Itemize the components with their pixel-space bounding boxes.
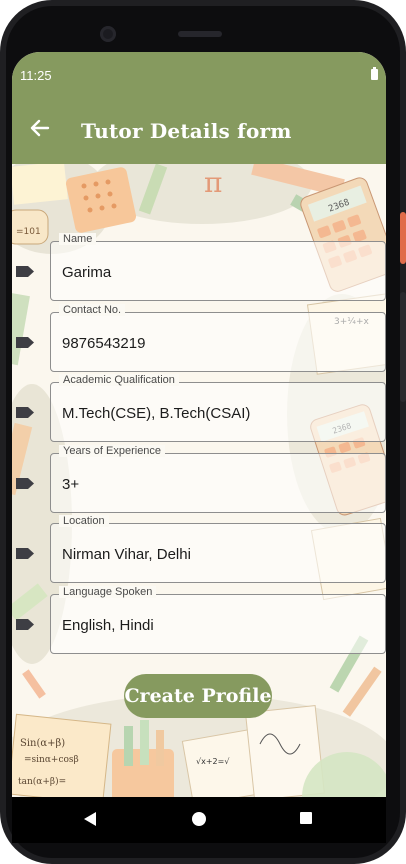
- svg-text:tan(α+β)=: tan(α+β)=: [18, 776, 66, 787]
- earpiece-speaker: [178, 31, 222, 37]
- status-bar: 11:25: [12, 52, 386, 98]
- svg-text:π: π: [204, 166, 222, 199]
- app-bar: Tutor Details form: [12, 98, 386, 164]
- nav-home-icon[interactable]: [192, 812, 206, 826]
- name-label: Name: [59, 233, 97, 245]
- battery-icon: [371, 67, 378, 80]
- svg-text:=sinα+cosβ: =sinα+cosβ: [24, 755, 79, 765]
- qualification-field[interactable]: Academic Qualification M.Tech(CSE), B.Te…: [50, 374, 386, 442]
- location-field[interactable]: Location Nirman Vihar, Delhi: [50, 515, 386, 583]
- name-field[interactable]: Name Garima: [50, 233, 386, 301]
- qualification-label: Academic Qualification: [59, 374, 179, 386]
- svg-text:√x+2=√: √x+2=√: [196, 757, 230, 766]
- system-nav-bar: [12, 797, 386, 843]
- nav-recents-icon[interactable]: [300, 812, 312, 824]
- svg-text:=101: =101: [16, 227, 41, 237]
- front-camera: [100, 26, 116, 42]
- location-value: Nirman Vihar, Delhi: [62, 546, 191, 563]
- language-field[interactable]: Language Spoken English, Hindi: [50, 586, 386, 654]
- label-tag-icon: [16, 548, 34, 559]
- status-time: 11:25: [20, 68, 52, 83]
- contact-value: 9876543219: [62, 335, 146, 352]
- language-value: English, Hindi: [62, 617, 154, 634]
- label-tag-icon: [16, 337, 34, 348]
- label-tag-icon: [16, 478, 34, 489]
- power-button[interactable]: [400, 212, 406, 264]
- label-tag-icon: [16, 266, 34, 277]
- name-value: Garima: [62, 264, 112, 281]
- experience-value: 3+: [62, 476, 80, 493]
- contact-label: Contact No.: [59, 304, 126, 316]
- contact-field[interactable]: Contact No. 9876543219: [50, 304, 386, 372]
- location-label: Location: [59, 515, 109, 527]
- nav-back-icon[interactable]: [84, 812, 96, 826]
- label-tag-icon: [16, 619, 34, 630]
- create-profile-button[interactable]: Create Profile: [124, 674, 272, 718]
- page-title: Tutor Details form: [81, 119, 292, 143]
- arrow-left-icon[interactable]: [28, 116, 52, 140]
- qualification-value: M.Tech(CSE), B.Tech(CSAI): [62, 405, 251, 422]
- label-tag-icon: [16, 407, 34, 418]
- svg-text:Sin(α+β): Sin(α+β): [20, 738, 65, 749]
- experience-field[interactable]: Years of Experience 3+: [50, 445, 386, 513]
- language-label: Language Spoken: [59, 586, 157, 598]
- volume-button[interactable]: [400, 292, 406, 402]
- experience-label: Years of Experience: [59, 445, 166, 457]
- app-screen: 11:25 Tutor Details form =101 π 2368 Sin…: [12, 52, 386, 797]
